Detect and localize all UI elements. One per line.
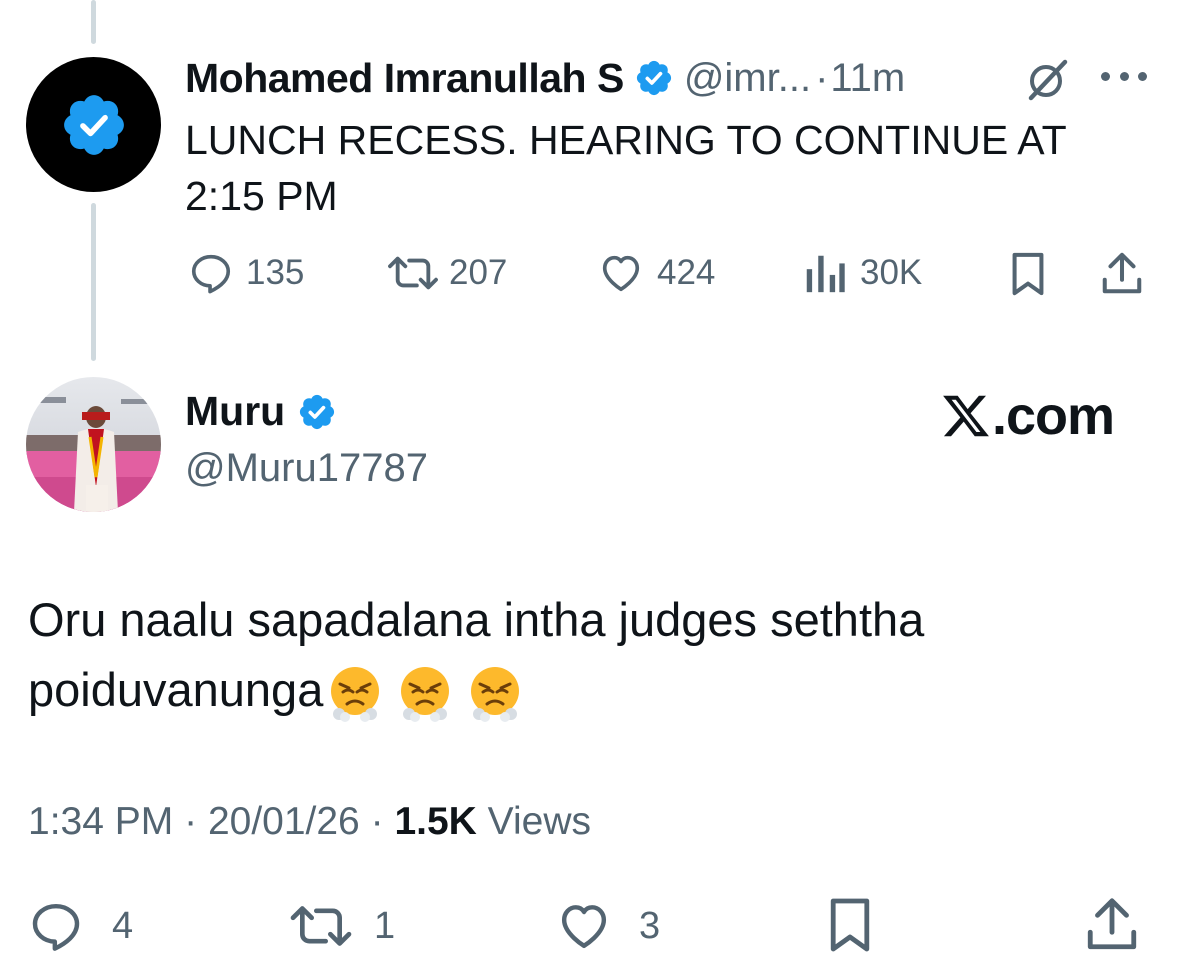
reply-tweet-text: Oru naalu sapadalana intha judges sethth…	[28, 585, 1148, 725]
reply-avatar[interactable]	[26, 377, 161, 512]
parent-views-count: 30K	[860, 253, 923, 292]
reply-icon	[191, 254, 231, 294]
parent-reply-button[interactable]: 135	[188, 250, 304, 296]
bookmark-icon[interactable]	[826, 896, 874, 954]
emoji-group	[325, 664, 535, 724]
avatar-photo	[26, 377, 161, 512]
parent-like-count: 424	[657, 253, 716, 292]
verified-logo-icon	[63, 94, 124, 155]
parent-reply-count: 135	[246, 253, 305, 292]
reply-handle[interactable]: @Muru17787	[185, 446, 428, 491]
parent-like-button[interactable]: 424	[597, 250, 715, 296]
reply-author-name[interactable]: Muru	[185, 388, 285, 435]
thread-line-middle	[91, 203, 96, 361]
parent-repost-button[interactable]: 207	[385, 250, 507, 296]
reply-repost-count: 1	[374, 904, 396, 947]
reply-reply-count: 4	[112, 904, 134, 947]
share-icon[interactable]	[1084, 896, 1140, 954]
steam-from-nose-face-icon	[331, 666, 380, 722]
grok-icon[interactable]	[1023, 54, 1073, 104]
parent-tweet-header: Mohamed Imranullah S @imr... · 11m	[185, 52, 905, 104]
reply-views-label: Views	[487, 800, 591, 843]
verified-badge-icon	[300, 394, 335, 429]
reply-meta: 1:34 PM · 20/01/26 · 1.5K Views	[28, 800, 591, 844]
heart-icon	[561, 905, 607, 949]
parent-repost-count: 207	[449, 253, 508, 292]
bookmark-icon[interactable]	[1007, 251, 1049, 297]
parent-handle[interactable]: @imr...	[684, 56, 811, 101]
reply-icon	[32, 903, 80, 951]
heart-icon	[602, 255, 640, 292]
share-icon[interactable]	[1100, 251, 1144, 297]
reply-reply-button[interactable]: 4	[28, 898, 133, 954]
parent-separator: ·	[815, 55, 829, 100]
parent-tweet-text: LUNCH RECESS. HEARING TO CONTINUE AT 2:1…	[185, 117, 1066, 219]
repost-icon	[290, 906, 352, 946]
meta-separator: ·	[184, 800, 198, 843]
reply-time[interactable]: 1:34 PM	[28, 800, 173, 843]
x-logo-icon	[943, 395, 989, 437]
parent-views-button[interactable]: 30K	[802, 250, 922, 296]
xcom-watermark: .com	[940, 385, 1115, 447]
repost-icon	[388, 256, 438, 290]
parent-avatar[interactable]	[26, 57, 161, 192]
steam-from-nose-face-icon	[401, 666, 450, 722]
steam-from-nose-face-icon	[471, 666, 520, 722]
reply-date[interactable]: 20/01/26	[208, 800, 360, 843]
reply-like-button[interactable]: 3	[555, 898, 660, 954]
reply-like-count: 3	[639, 904, 661, 947]
verified-badge-icon	[636, 60, 671, 96]
views-icon	[806, 255, 845, 293]
parent-timestamp[interactable]: 11m	[830, 56, 905, 101]
reply-views-count[interactable]: 1.5K	[394, 800, 476, 843]
xcom-text: .com	[992, 386, 1115, 446]
more-icon[interactable]	[1101, 72, 1147, 84]
thread-line-top	[91, 0, 96, 44]
reply-repost-button[interactable]: 1	[288, 898, 395, 954]
parent-author-name[interactable]: Mohamed Imranullah S	[185, 55, 624, 102]
reply-author-row: Muru	[185, 388, 337, 435]
meta-separator: ·	[370, 800, 384, 843]
